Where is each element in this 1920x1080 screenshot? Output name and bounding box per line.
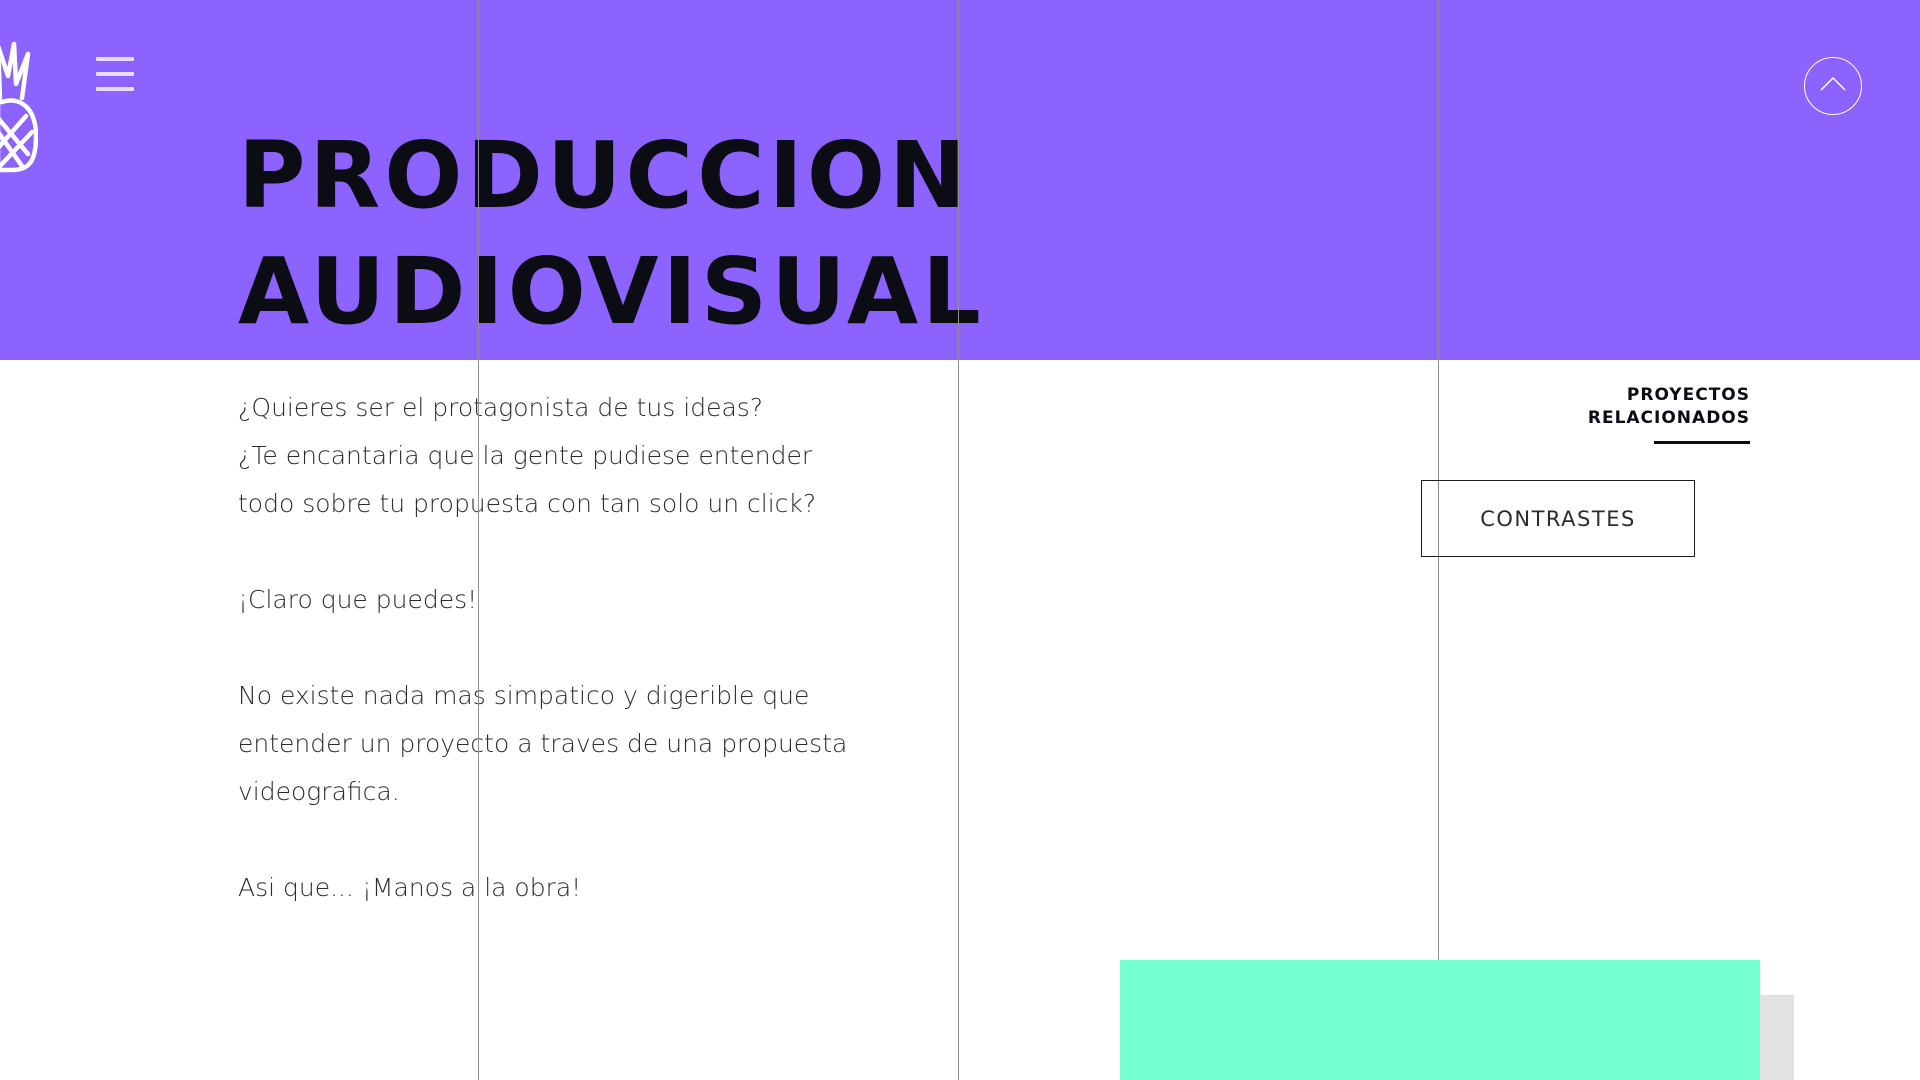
intro-line-2: ¿Te encantaria que la gente pudiese ente…	[238, 441, 813, 470]
related-projects-heading: PROYECTOS RELACIONADOS	[1540, 384, 1750, 430]
intro-paragraph-3: No existe nada mas simpatico y digerible…	[238, 672, 878, 816]
related-heading-line-1: PROYECTOS	[1626, 385, 1750, 405]
page-title: PRODUCCION AUDIOVISUAL	[238, 118, 985, 350]
menu-bar-top	[96, 57, 134, 61]
intro-paragraph-1: ¿Quieres ser el protagonista de tus idea…	[238, 384, 878, 528]
menu-button[interactable]	[94, 55, 136, 95]
pineapple-icon[interactable]	[0, 36, 38, 176]
intro-paragraph-2: ¡Claro que puedes!	[238, 585, 478, 614]
page-title-line-1: PRODUCCION	[238, 122, 971, 229]
page: PRODUCCION AUDIOVISUAL ¿Quieres ser el p…	[0, 0, 1920, 1080]
project-preview-card[interactable]	[1120, 960, 1760, 1080]
intro-p3-line-2: entender un proyecto a traves de una pro…	[238, 729, 848, 758]
menu-bar-bottom	[96, 87, 134, 91]
intro-line-1: ¿Quieres ser el protagonista de tus idea…	[238, 393, 764, 422]
project-link-contrastes[interactable]: CONTRASTES	[1421, 480, 1695, 557]
grid-line-1	[478, 0, 479, 1080]
page-title-line-2: AUDIOVISUAL	[238, 238, 985, 345]
related-heading-underline	[1654, 441, 1750, 444]
grid-line-2	[958, 0, 959, 1080]
card-shadow	[1760, 995, 1794, 1080]
intro-paragraph-4: Asi que... ¡Manos a la obra!	[238, 873, 582, 902]
related-heading-line-2: RELACIONADOS	[1587, 408, 1750, 428]
intro-line-3: todo sobre tu propuesta con tan solo un …	[238, 489, 817, 518]
intro-p3-line-3: videografica.	[238, 777, 400, 806]
scroll-top-button[interactable]	[1804, 57, 1862, 115]
menu-bar-middle	[96, 72, 134, 76]
project-link-label: CONTRASTES	[1480, 506, 1636, 531]
chevron-up-icon	[1820, 76, 1846, 91]
intro-p3-line-1: No existe nada mas simpatico y digerible…	[238, 681, 810, 710]
intro-text: ¿Quieres ser el protagonista de tus idea…	[238, 384, 878, 912]
